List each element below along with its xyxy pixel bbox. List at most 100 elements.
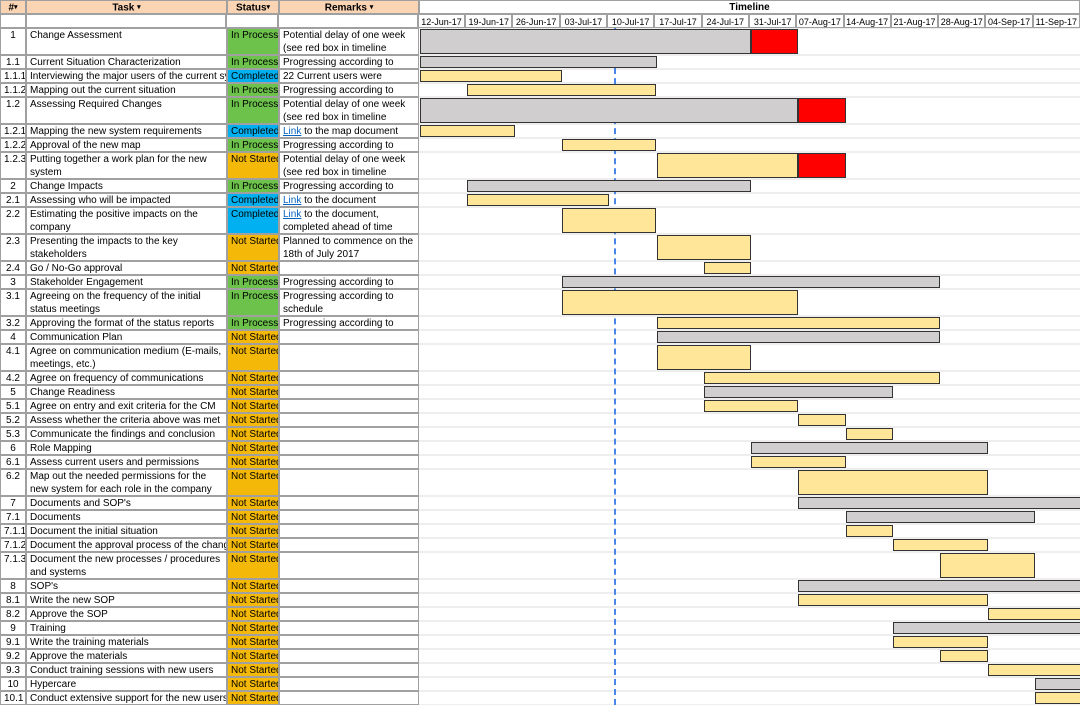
row-task: Document the approval process of the cha… <box>26 538 227 552</box>
task-row[interactable]: 7.1.1Document the initial situationNot S… <box>0 524 1080 538</box>
task-row[interactable]: 4.1Agree on communication medium (E-mail… <box>0 344 1080 371</box>
task-row[interactable]: 7Documents and SOP'sNot Started <box>0 496 1080 510</box>
row-status[interactable]: Not Started <box>227 413 279 427</box>
row-id: 9 <box>0 621 26 635</box>
task-row[interactable]: 1.1.1Interviewing the major users of the… <box>0 69 1080 83</box>
row-status[interactable]: Not Started <box>227 607 279 621</box>
header-status[interactable]: Status▾ <box>227 0 279 14</box>
row-status[interactable]: Not Started <box>227 663 279 677</box>
row-remarks: Link to the document <box>279 193 419 207</box>
row-status[interactable]: Not Started <box>227 635 279 649</box>
task-row[interactable]: 5.1Agree on entry and exit criteria for … <box>0 399 1080 413</box>
filter-arrow-icon[interactable]: ▾ <box>267 4 271 11</box>
row-status[interactable]: In Process <box>227 97 279 124</box>
task-row[interactable]: 2.2Estimating the positive impacts on th… <box>0 207 1080 234</box>
task-row[interactable]: 4.2Agree on frequency of communicationsN… <box>0 371 1080 385</box>
row-status[interactable]: Not Started <box>227 593 279 607</box>
task-row[interactable]: 1.1Current Situation CharacterizationIn … <box>0 55 1080 69</box>
task-row[interactable]: 1.2Assessing Required ChangesIn ProcessP… <box>0 97 1080 124</box>
task-row[interactable]: 1.2.2Approval of the new mapIn ProcessPr… <box>0 138 1080 152</box>
filter-arrow-icon[interactable]: ▾ <box>370 4 374 11</box>
task-row[interactable]: 1.2.1Mapping the new system requirements… <box>0 124 1080 138</box>
task-row[interactable]: 2Change ImpactsIn ProcessProgressing acc… <box>0 179 1080 193</box>
task-row[interactable]: 3Stakeholder EngagementIn ProcessProgres… <box>0 275 1080 289</box>
row-status[interactable]: Completed <box>227 69 279 83</box>
row-status[interactable]: Not Started <box>227 677 279 691</box>
row-status[interactable]: Not Started <box>227 385 279 399</box>
task-row[interactable]: 2.1Assessing who will be impactedComplet… <box>0 193 1080 207</box>
row-status[interactable]: Not Started <box>227 399 279 413</box>
remark-link[interactable]: Link <box>283 195 301 206</box>
task-row[interactable]: 3.2Approving the format of the status re… <box>0 316 1080 330</box>
row-status[interactable]: Not Started <box>227 234 279 261</box>
task-row[interactable]: 6.1Assess current users and permissionsN… <box>0 455 1080 469</box>
header-remarks[interactable]: Remarks ▾ <box>279 0 419 14</box>
row-status[interactable]: In Process <box>227 83 279 97</box>
remark-link[interactable]: Link <box>283 126 301 137</box>
row-remarks <box>279 496 419 510</box>
task-row[interactable]: 6Role MappingNot Started <box>0 441 1080 455</box>
row-status[interactable]: Not Started <box>227 261 279 275</box>
task-row[interactable]: 7.1.2Document the approval process of th… <box>0 538 1080 552</box>
task-row[interactable]: 1.2.3Putting together a work plan for th… <box>0 152 1080 179</box>
row-status[interactable]: Not Started <box>227 441 279 455</box>
row-status[interactable]: In Process <box>227 316 279 330</box>
row-status[interactable]: Not Started <box>227 621 279 635</box>
row-remarks <box>279 344 419 371</box>
row-status[interactable]: Not Started <box>227 538 279 552</box>
task-row[interactable]: 10.1Conduct extensive support for the ne… <box>0 691 1080 705</box>
task-row[interactable]: 4Communication PlanNot Started <box>0 330 1080 344</box>
row-status[interactable]: Completed <box>227 124 279 138</box>
row-status[interactable]: Completed <box>227 193 279 207</box>
row-status[interactable]: Not Started <box>227 344 279 371</box>
task-row[interactable]: 3.1Agreeing on the frequency of the init… <box>0 289 1080 316</box>
row-timeline <box>419 275 1080 289</box>
task-row[interactable]: 10HypercareNot Started <box>0 677 1080 691</box>
row-status[interactable]: Not Started <box>227 691 279 705</box>
row-status[interactable]: Not Started <box>227 330 279 344</box>
header-task[interactable]: Task ▾ <box>26 0 227 14</box>
task-row[interactable]: 9TrainingNot Started <box>0 621 1080 635</box>
row-status[interactable]: Not Started <box>227 455 279 469</box>
row-status[interactable]: In Process <box>227 55 279 69</box>
task-row[interactable]: 8SOP'sNot Started <box>0 579 1080 593</box>
row-status[interactable]: Not Started <box>227 510 279 524</box>
task-row[interactable]: 5.3Communicate the findings and conclusi… <box>0 427 1080 441</box>
task-row[interactable]: 2.3Presenting the impacts to the key sta… <box>0 234 1080 261</box>
task-row[interactable]: 7.1.3Document the new processes / proced… <box>0 552 1080 579</box>
row-status[interactable]: Not Started <box>227 552 279 579</box>
task-row[interactable]: 9.3Conduct training sessions with new us… <box>0 663 1080 677</box>
row-status[interactable]: In Process <box>227 275 279 289</box>
row-status[interactable]: Not Started <box>227 427 279 441</box>
date-col: 17-Jul-17 <box>654 14 701 28</box>
task-row[interactable]: 5.2Assess whether the criteria above was… <box>0 413 1080 427</box>
row-status[interactable]: In Process <box>227 289 279 316</box>
row-status[interactable]: Completed <box>227 207 279 234</box>
task-row[interactable]: 8.2Approve the SOPNot Started <box>0 607 1080 621</box>
task-row[interactable]: 8.1Write the new SOPNot Started <box>0 593 1080 607</box>
row-status[interactable]: Not Started <box>227 524 279 538</box>
filter-arrow-icon[interactable]: ▾ <box>137 4 141 11</box>
task-row[interactable]: 6.2Map out the needed permissions for th… <box>0 469 1080 496</box>
task-row[interactable]: 2.4Go / No-Go approvalNot Started <box>0 261 1080 275</box>
row-id: 5.2 <box>0 413 26 427</box>
task-row[interactable]: 7.1DocumentsNot Started <box>0 510 1080 524</box>
row-id: 5 <box>0 385 26 399</box>
row-status[interactable]: In Process <box>227 28 279 55</box>
task-row[interactable]: 1.1.2Mapping out the current situationIn… <box>0 83 1080 97</box>
task-row[interactable]: 5Change ReadinessNot Started <box>0 385 1080 399</box>
task-row[interactable]: 1Change AssessmentIn ProcessPotential de… <box>0 28 1080 55</box>
row-status[interactable]: Not Started <box>227 152 279 179</box>
header-num[interactable]: #▾ <box>0 0 26 14</box>
row-status[interactable]: Not Started <box>227 649 279 663</box>
row-status[interactable]: In Process <box>227 138 279 152</box>
task-row[interactable]: 9.1Write the training materialsNot Start… <box>0 635 1080 649</box>
row-status[interactable]: Not Started <box>227 496 279 510</box>
filter-arrow-icon[interactable]: ▾ <box>14 4 18 11</box>
task-row[interactable]: 9.2Approve the materialsNot Started <box>0 649 1080 663</box>
row-status[interactable]: Not Started <box>227 371 279 385</box>
row-status[interactable]: In Process <box>227 179 279 193</box>
remark-link[interactable]: Link <box>283 209 301 220</box>
row-status[interactable]: Not Started <box>227 469 279 496</box>
row-status[interactable]: Not Started <box>227 579 279 593</box>
